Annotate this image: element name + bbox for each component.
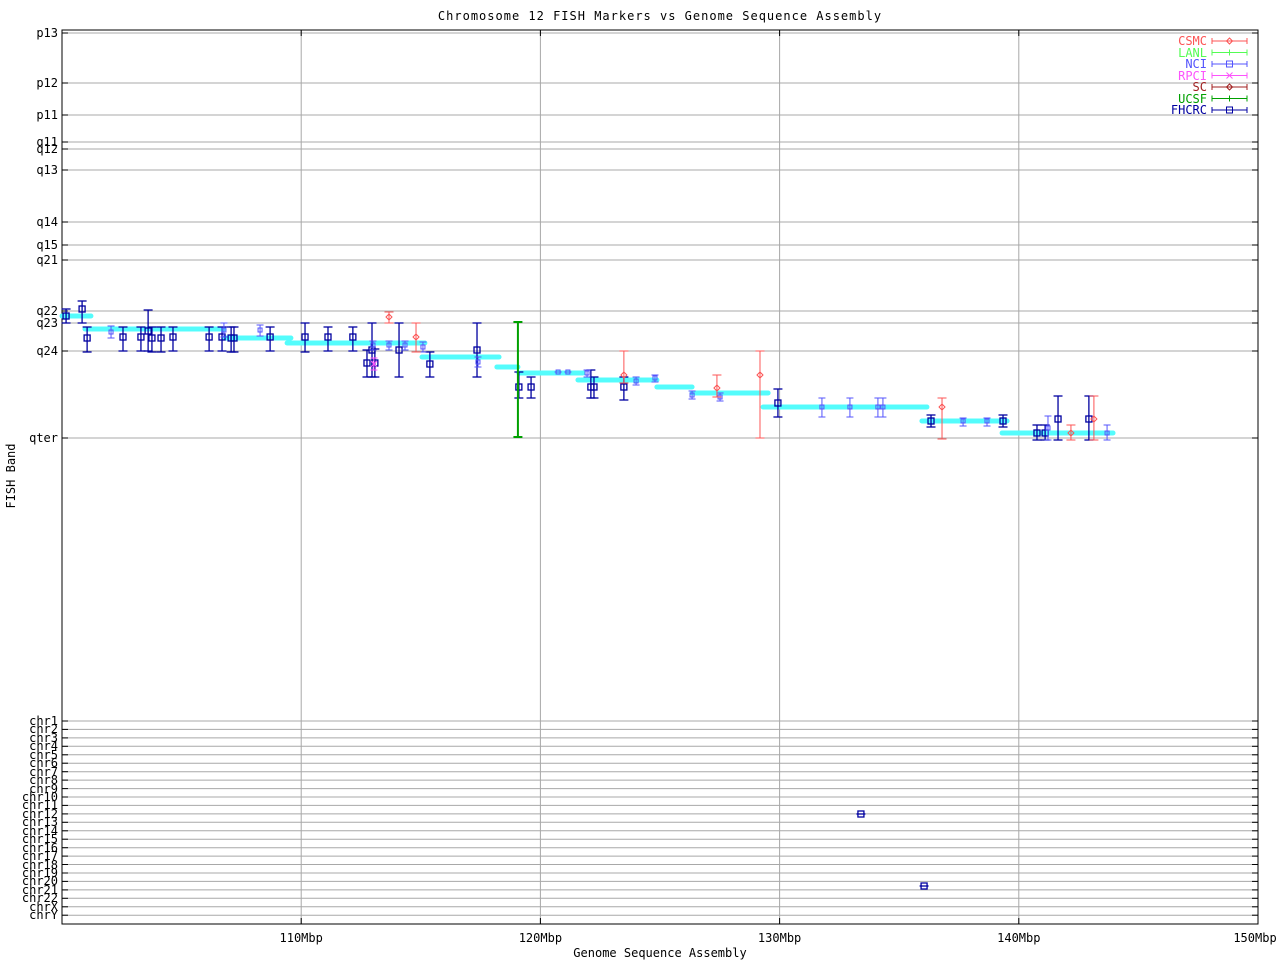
chart-title: Chromosome 12 FISH Markers vs Genome Seq… xyxy=(437,9,883,23)
y-tick-label: q15 xyxy=(36,238,58,252)
y-tick-label: q13 xyxy=(36,163,58,177)
fish-markers-chart: Chromosome 12 FISH Markers vs Genome Seq… xyxy=(0,0,1280,960)
plot-canvas xyxy=(59,29,1259,925)
x-tick-label: 120Mbp xyxy=(518,931,563,945)
y-tick-label: q21 xyxy=(36,253,58,267)
y-tick-label: chrY xyxy=(29,908,58,923)
y-tick-label: q12 xyxy=(36,142,58,156)
y-axis-title: FISH Band xyxy=(4,443,18,509)
x-tick-label: 140Mbp xyxy=(997,931,1041,945)
y-tick-label: q14 xyxy=(36,215,58,229)
x-tick-label: 150Mbp xyxy=(1233,931,1277,945)
y-tick-label: qter xyxy=(29,431,58,445)
y-tick-label: q23 xyxy=(36,316,58,330)
x-tick-label: 110Mbp xyxy=(279,931,323,945)
y-tick-label: p11 xyxy=(36,108,58,122)
y-tick-label: q24 xyxy=(36,344,58,358)
x-tick-label: 130Mbp xyxy=(757,931,802,945)
plot-border xyxy=(61,29,1259,925)
x-axis-title: Genome Sequence Assembly xyxy=(573,946,747,960)
y-tick-label: p13 xyxy=(36,26,58,40)
y-tick-label: p12 xyxy=(36,76,58,90)
legend-label-fhcrc: FHCRC xyxy=(1170,103,1207,117)
